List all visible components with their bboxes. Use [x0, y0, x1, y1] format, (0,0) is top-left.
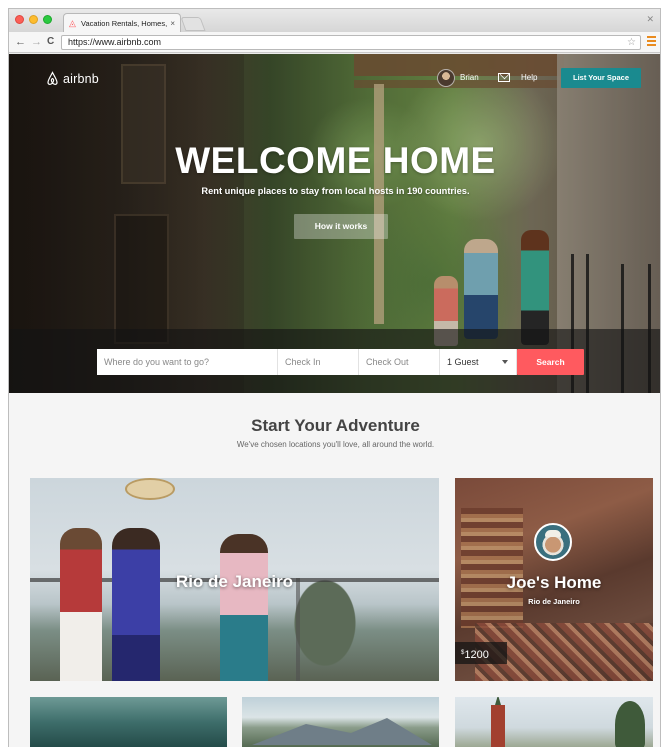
reload-button[interactable]: C: [47, 35, 54, 49]
window-controls: [15, 15, 52, 24]
hero-section: airbnb Brian Help List Your Space WELCOM…: [9, 54, 660, 393]
user-avatar[interactable]: [437, 69, 455, 87]
search-bar: Where do you want to go? Check In Check …: [9, 329, 660, 393]
listing-title: Joe's Home: [506, 573, 602, 592]
airbnb-favicon-icon: ◬: [69, 17, 76, 28]
destination-card-city[interactable]: [455, 697, 653, 747]
price-value: 1200: [464, 649, 489, 661]
bookmark-star-icon[interactable]: ☆: [627, 36, 636, 49]
airbnb-logo-icon: [47, 71, 58, 85]
search-button[interactable]: Search: [517, 349, 584, 375]
guests-value: 1 Guest: [447, 357, 479, 367]
forward-button[interactable]: →: [31, 35, 42, 49]
section-title: Start Your Adventure: [251, 416, 420, 435]
destination-card-rio[interactable]: Rio de Janeiro: [30, 478, 439, 681]
listing-card-joes-home[interactable]: Joe's Home Rio de Janeiro $1200: [455, 478, 653, 681]
host-avatar[interactable]: [534, 523, 572, 561]
fullscreen-icon[interactable]: ✕: [646, 14, 654, 25]
how-it-works-button[interactable]: How it works: [294, 214, 388, 239]
browser-window: ◬ Vacation Rentals, Homes, ... × ✕ ← → C…: [8, 8, 661, 747]
address-bar[interactable]: https://www.airbnb.com ☆: [61, 35, 641, 50]
tab-close-icon[interactable]: ×: [170, 19, 175, 28]
hero-title: WELCOME HOME: [175, 140, 496, 181]
back-button[interactable]: ←: [15, 35, 26, 49]
page-viewport: airbnb Brian Help List Your Space WELCOM…: [9, 54, 660, 747]
zoom-window-button[interactable]: [43, 15, 52, 24]
logo-text: airbnb: [63, 71, 99, 86]
chevron-down-icon: [502, 360, 508, 364]
list-your-space-button[interactable]: List Your Space: [561, 68, 641, 88]
close-window-button[interactable]: [15, 15, 24, 24]
destination-label: Rio de Janeiro: [175, 572, 294, 591]
guests-select[interactable]: 1 Guest: [440, 349, 517, 375]
destination-card-mountains[interactable]: [242, 697, 439, 747]
tab-strip: ◬ Vacation Rentals, Homes, ... × ✕: [9, 9, 660, 32]
help-link[interactable]: Help: [521, 73, 537, 82]
destination-card-ocean[interactable]: [30, 697, 227, 747]
browser-toolbar: ← → C https://www.airbnb.com ☆: [9, 32, 660, 53]
new-tab-button[interactable]: [180, 17, 206, 31]
minimize-window-button[interactable]: [29, 15, 38, 24]
tab-title: Vacation Rentals, Homes, ...: [81, 18, 168, 28]
url-text: https://www.airbnb.com: [68, 37, 162, 47]
check-out-input[interactable]: Check Out: [359, 349, 440, 375]
price-tag: $1200: [455, 642, 507, 664]
airbnb-logo[interactable]: airbnb: [45, 71, 99, 86]
where-input[interactable]: Where do you want to go?: [97, 349, 278, 375]
browser-menu-icon[interactable]: [647, 35, 656, 47]
hero-subtitle: Rent unique places to stay from local ho…: [201, 186, 470, 196]
listing-location: Rio de Janeiro: [528, 597, 580, 606]
mail-icon[interactable]: [498, 73, 510, 82]
user-name-link[interactable]: Brian: [460, 73, 479, 82]
section-subtitle: We've chosen locations you'll love, all …: [236, 440, 435, 449]
check-in-input[interactable]: Check In: [278, 349, 359, 375]
browser-tab[interactable]: ◬ Vacation Rentals, Homes, ... ×: [63, 13, 181, 32]
